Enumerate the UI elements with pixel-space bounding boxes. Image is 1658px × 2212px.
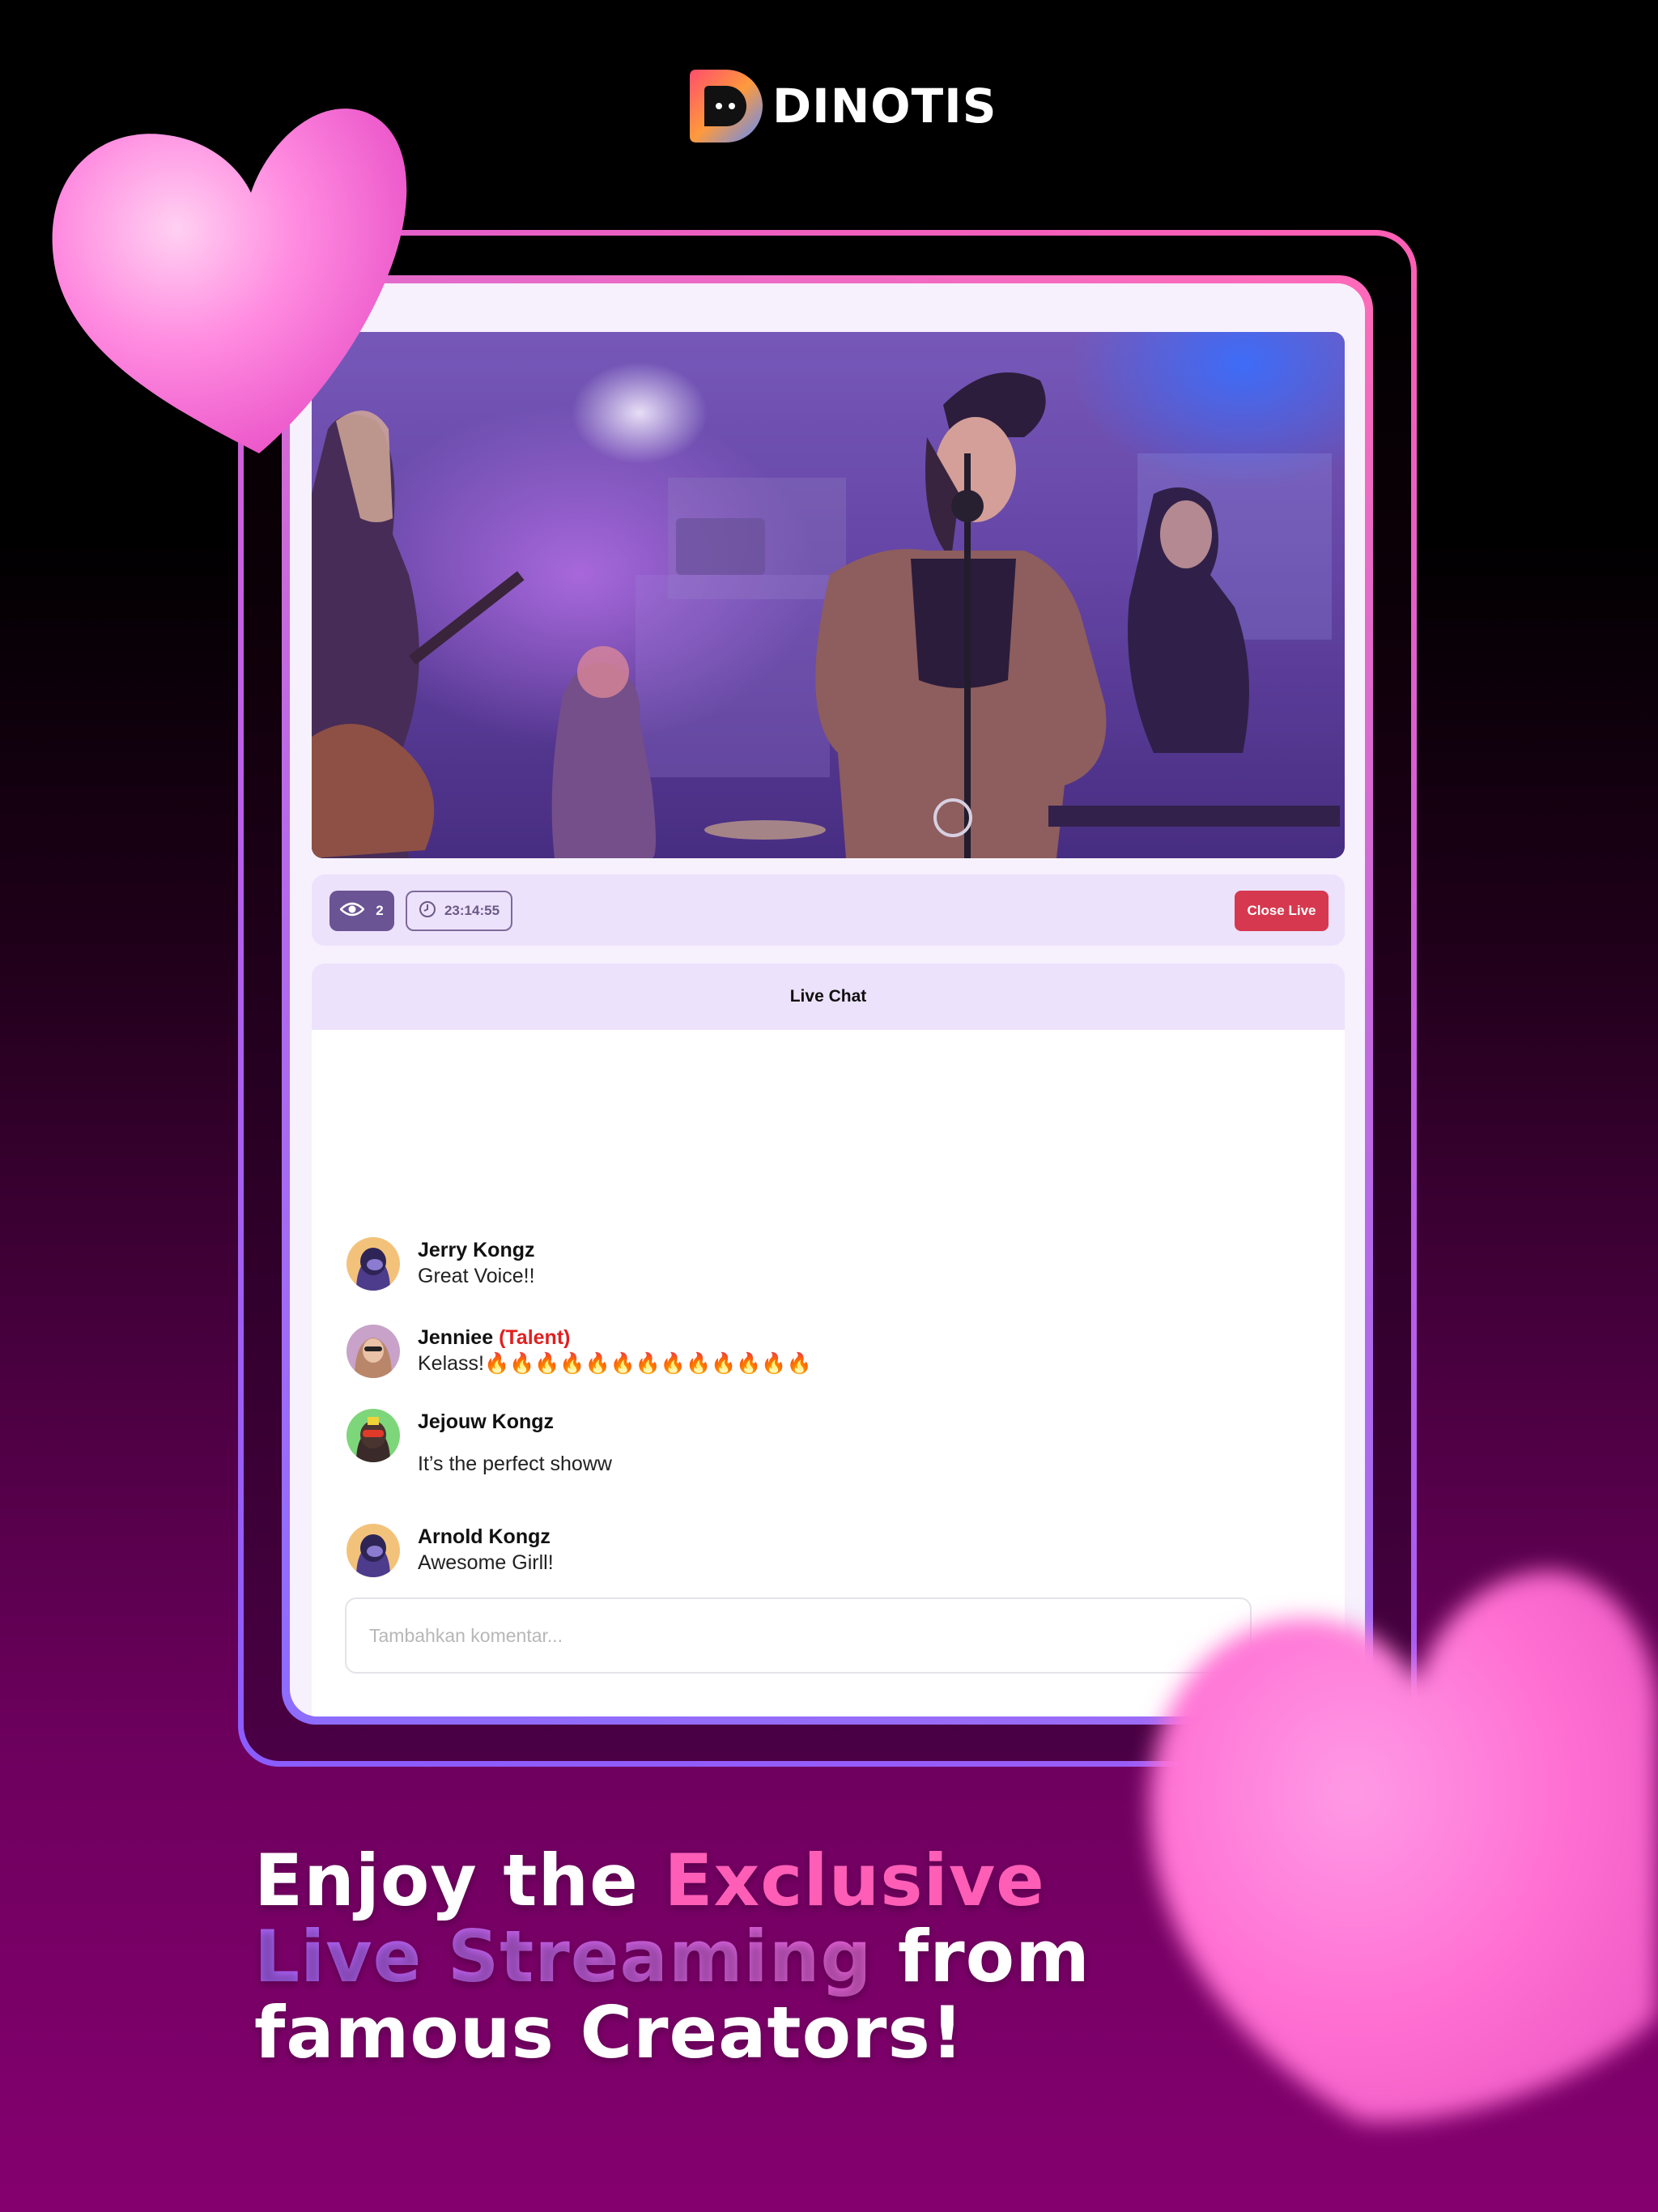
headline-text: Enjoy the (254, 1839, 665, 1922)
viewer-count-badge: 2 (329, 891, 394, 931)
chat-message: Jerry Kongz Great Voice!! (346, 1237, 535, 1291)
live-video[interactable] (312, 332, 1345, 858)
avatar (346, 1237, 400, 1291)
comment-input[interactable] (345, 1597, 1252, 1674)
headline-text: from (872, 1915, 1090, 1998)
clock-icon (419, 900, 436, 922)
talent-badge: (Talent) (499, 1326, 571, 1349)
chat-text: Kelass!🔥🔥🔥🔥🔥🔥🔥🔥🔥🔥🔥🔥🔥 (418, 1352, 812, 1375)
viewer-count: 2 (376, 903, 384, 918)
promo-headline: Enjoy the Exclusive Live Streaming from … (254, 1843, 1090, 2071)
headline-text: famous Creators! (254, 1991, 964, 2074)
headline-highlight: Live Streaming (254, 1915, 873, 1998)
chat-message: Jenniee (Talent) Kelass!🔥🔥🔥🔥🔥🔥🔥🔥🔥🔥🔥🔥🔥 (346, 1325, 812, 1378)
live-chat-title: Live Chat (312, 963, 1345, 1030)
headline-highlight: Exclusive (664, 1839, 1045, 1922)
chat-author: Jenniee (418, 1326, 494, 1349)
chat-author: Arnold Kongz (418, 1525, 551, 1548)
concert-scene-image (312, 332, 1345, 858)
chat-message: Arnold Kongz Awesome Girll! (346, 1524, 554, 1577)
stream-controls-bar: 2 23:14:55 Close Live (312, 874, 1345, 946)
avatar (346, 1325, 400, 1378)
chat-text: Awesome Girll! (418, 1551, 554, 1574)
chat-author: Jejouw Kongz (418, 1410, 555, 1433)
dinotis-logo-icon (690, 70, 763, 143)
avatar (346, 1409, 400, 1462)
avatar (346, 1524, 400, 1577)
chat-text: Great Voice!! (418, 1265, 535, 1287)
chat-message: Jejouw Kongz It’s the perfect showw (346, 1409, 612, 1478)
chat-author: Jerry Kongz (418, 1239, 535, 1261)
brand-name: DINOTIS (772, 79, 997, 134)
elapsed-time: 23:14:55 (444, 903, 500, 918)
dinotis-logo: DINOTIS (690, 70, 997, 143)
heart-icon (1150, 1571, 1658, 2122)
stream-timer: 23:14:55 (406, 891, 512, 931)
close-live-button[interactable]: Close Live (1235, 891, 1329, 931)
chat-text: It’s the perfect showw (418, 1453, 612, 1475)
heart-icon (52, 108, 407, 453)
eye-icon (339, 901, 366, 921)
